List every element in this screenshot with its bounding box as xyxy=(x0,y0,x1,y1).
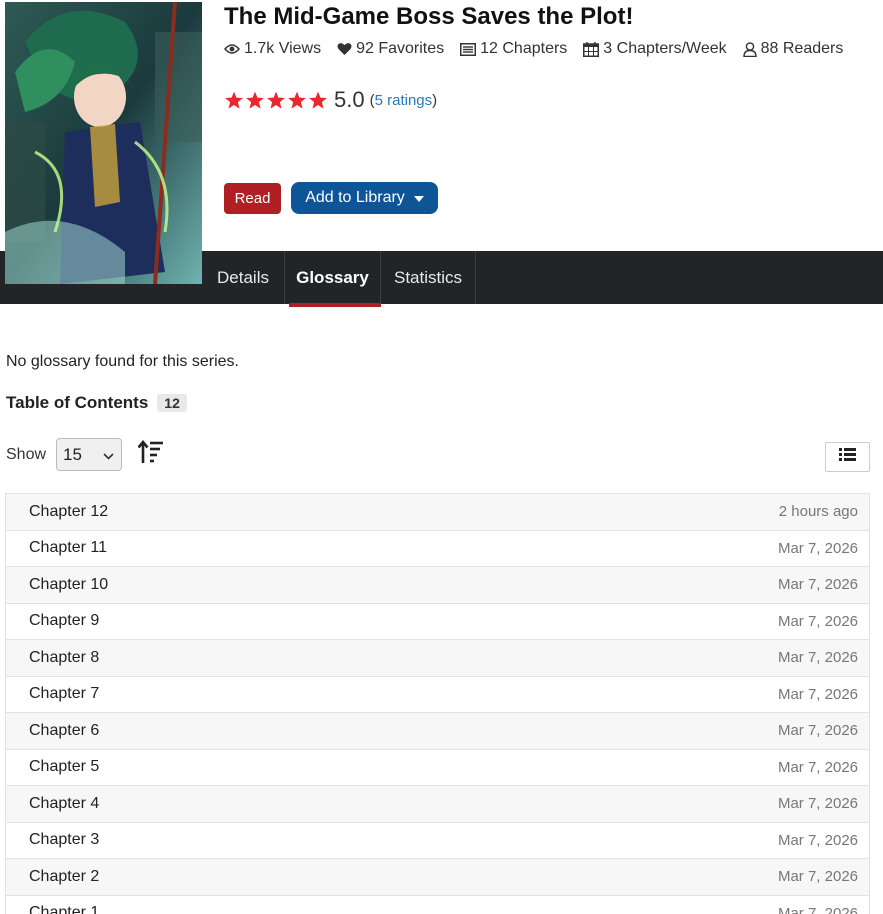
add-to-library-label: Add to Library xyxy=(305,189,405,206)
page-size-select[interactable]: 15 xyxy=(56,438,123,471)
chapter-date: Mar 7, 2026 xyxy=(777,722,858,740)
star-icon[interactable] xyxy=(308,91,328,110)
chapter-date: Mar 7, 2026 xyxy=(777,576,858,594)
star-icon[interactable] xyxy=(287,91,307,110)
chapter-date: Mar 7, 2026 xyxy=(777,685,858,703)
chapter-row[interactable]: Chapter 9 Mar 7, 2026 xyxy=(6,603,869,640)
calendar-icon xyxy=(583,41,600,57)
chapter-date: Mar 7, 2026 xyxy=(777,868,858,886)
chapter-row[interactable]: Chapter 10 Mar 7, 2026 xyxy=(6,567,869,604)
series-title: The Mid-Game Boss Saves the Plot! xyxy=(224,3,634,30)
rating-block: 5.0 (5 ratings) xyxy=(224,87,437,113)
chapters-stat: 12 Chapters xyxy=(460,40,567,58)
list-view-toggle[interactable] xyxy=(825,442,870,472)
cover-image[interactable] xyxy=(5,2,202,284)
readers-stat: 88 Readers xyxy=(742,40,843,58)
toc-title: Table of Contents xyxy=(6,393,149,412)
sort-order-icon[interactable] xyxy=(137,439,164,470)
caret-down-icon xyxy=(413,196,424,202)
chapter-row[interactable]: Chapter 6 Mar 7, 2026 xyxy=(6,713,869,750)
chapter-title-link[interactable]: Chapter 3 xyxy=(29,831,99,849)
chapter-date: Mar 7, 2026 xyxy=(777,904,858,914)
toc-header: Table of Contents 12 xyxy=(6,393,187,413)
chapter-title-link[interactable]: Chapter 8 xyxy=(29,649,99,667)
chapter-row[interactable]: Chapter 3 Mar 7, 2026 xyxy=(6,822,869,859)
tab-statistics[interactable]: Statistics xyxy=(381,251,476,304)
chapter-title-link[interactable]: Chapter 6 xyxy=(29,722,99,740)
chapter-title-link[interactable]: Chapter 12 xyxy=(29,503,108,521)
frequency-stat: 3 Chapters/Week xyxy=(583,40,727,58)
tab-glossary[interactable]: Glossary xyxy=(285,251,381,304)
chapter-date: Mar 7, 2026 xyxy=(777,758,858,776)
read-button[interactable]: Read xyxy=(224,183,281,214)
chapter-title-link[interactable]: Chapter 9 xyxy=(29,612,99,630)
list-icon xyxy=(839,448,856,466)
add-to-library-button[interactable]: Add to Library xyxy=(291,182,438,214)
chapter-title-link[interactable]: Chapter 11 xyxy=(29,539,107,557)
chapter-row[interactable]: Chapter 2 Mar 7, 2026 xyxy=(6,859,869,896)
ratings-link[interactable]: 5 ratings xyxy=(375,92,433,109)
chapter-date: Mar 7, 2026 xyxy=(777,795,858,813)
list-icon xyxy=(460,42,477,56)
rating-count: (5 ratings) xyxy=(369,91,438,109)
page-size-value: 15 xyxy=(63,444,82,464)
rating-stars[interactable] xyxy=(224,91,328,110)
glossary-empty-message: No glossary found for this series. xyxy=(6,353,239,370)
show-label: Show xyxy=(6,445,47,463)
views-stat: 1.7k Views xyxy=(224,40,321,58)
chapter-date: Mar 7, 2026 xyxy=(777,649,858,667)
chapter-row[interactable]: Chapter 4 Mar 7, 2026 xyxy=(6,786,869,823)
chapter-title-link[interactable]: Chapter 7 xyxy=(29,685,99,703)
chapter-row[interactable]: Chapter 1 Mar 7, 2026 xyxy=(6,895,869,914)
tab-details[interactable]: Details xyxy=(202,251,285,304)
star-icon[interactable] xyxy=(266,91,286,110)
rating-score: 5.0 xyxy=(334,87,365,112)
chapter-row[interactable]: Chapter 11 Mar 7, 2026 xyxy=(6,530,869,567)
chapter-title-link[interactable]: Chapter 5 xyxy=(29,758,99,776)
chapter-title-link[interactable]: Chapter 10 xyxy=(29,576,108,594)
chapter-row[interactable]: Chapter 12 2 hours ago xyxy=(6,494,869,531)
heart-icon xyxy=(337,42,352,56)
chapter-date: 2 hours ago xyxy=(778,503,858,521)
chapter-list: Chapter 12 2 hours ago Chapter 11 Mar 7, 20… xyxy=(5,493,870,914)
toc-count-badge: 12 xyxy=(157,394,187,412)
user-icon xyxy=(742,41,757,57)
toc-controls: Show 15 xyxy=(6,438,164,471)
chapter-date: Mar 7, 2026 xyxy=(777,539,858,557)
chapter-title-link[interactable]: Chapter 4 xyxy=(29,795,99,813)
chapter-date: Mar 7, 2026 xyxy=(777,612,858,630)
chapter-title-link[interactable]: Chapter 2 xyxy=(29,868,99,886)
chapter-row[interactable]: Chapter 5 Mar 7, 2026 xyxy=(6,749,869,786)
chapter-row[interactable]: Chapter 7 Mar 7, 2026 xyxy=(6,676,869,713)
chapter-row[interactable]: Chapter 8 Mar 7, 2026 xyxy=(6,640,869,677)
star-icon[interactable] xyxy=(245,91,265,110)
chevron-down-icon xyxy=(103,445,114,465)
favorites-stat: 92 Favorites xyxy=(337,40,444,58)
chapter-title-link[interactable]: Chapter 1 xyxy=(29,904,99,914)
eye-icon xyxy=(224,43,240,55)
series-stats: 1.7k Views 92 Favorites 12 Chapters 3 Ch… xyxy=(224,40,843,58)
active-tab-indicator xyxy=(289,303,381,307)
chapter-date: Mar 7, 2026 xyxy=(777,831,858,849)
star-icon[interactable] xyxy=(224,91,244,110)
